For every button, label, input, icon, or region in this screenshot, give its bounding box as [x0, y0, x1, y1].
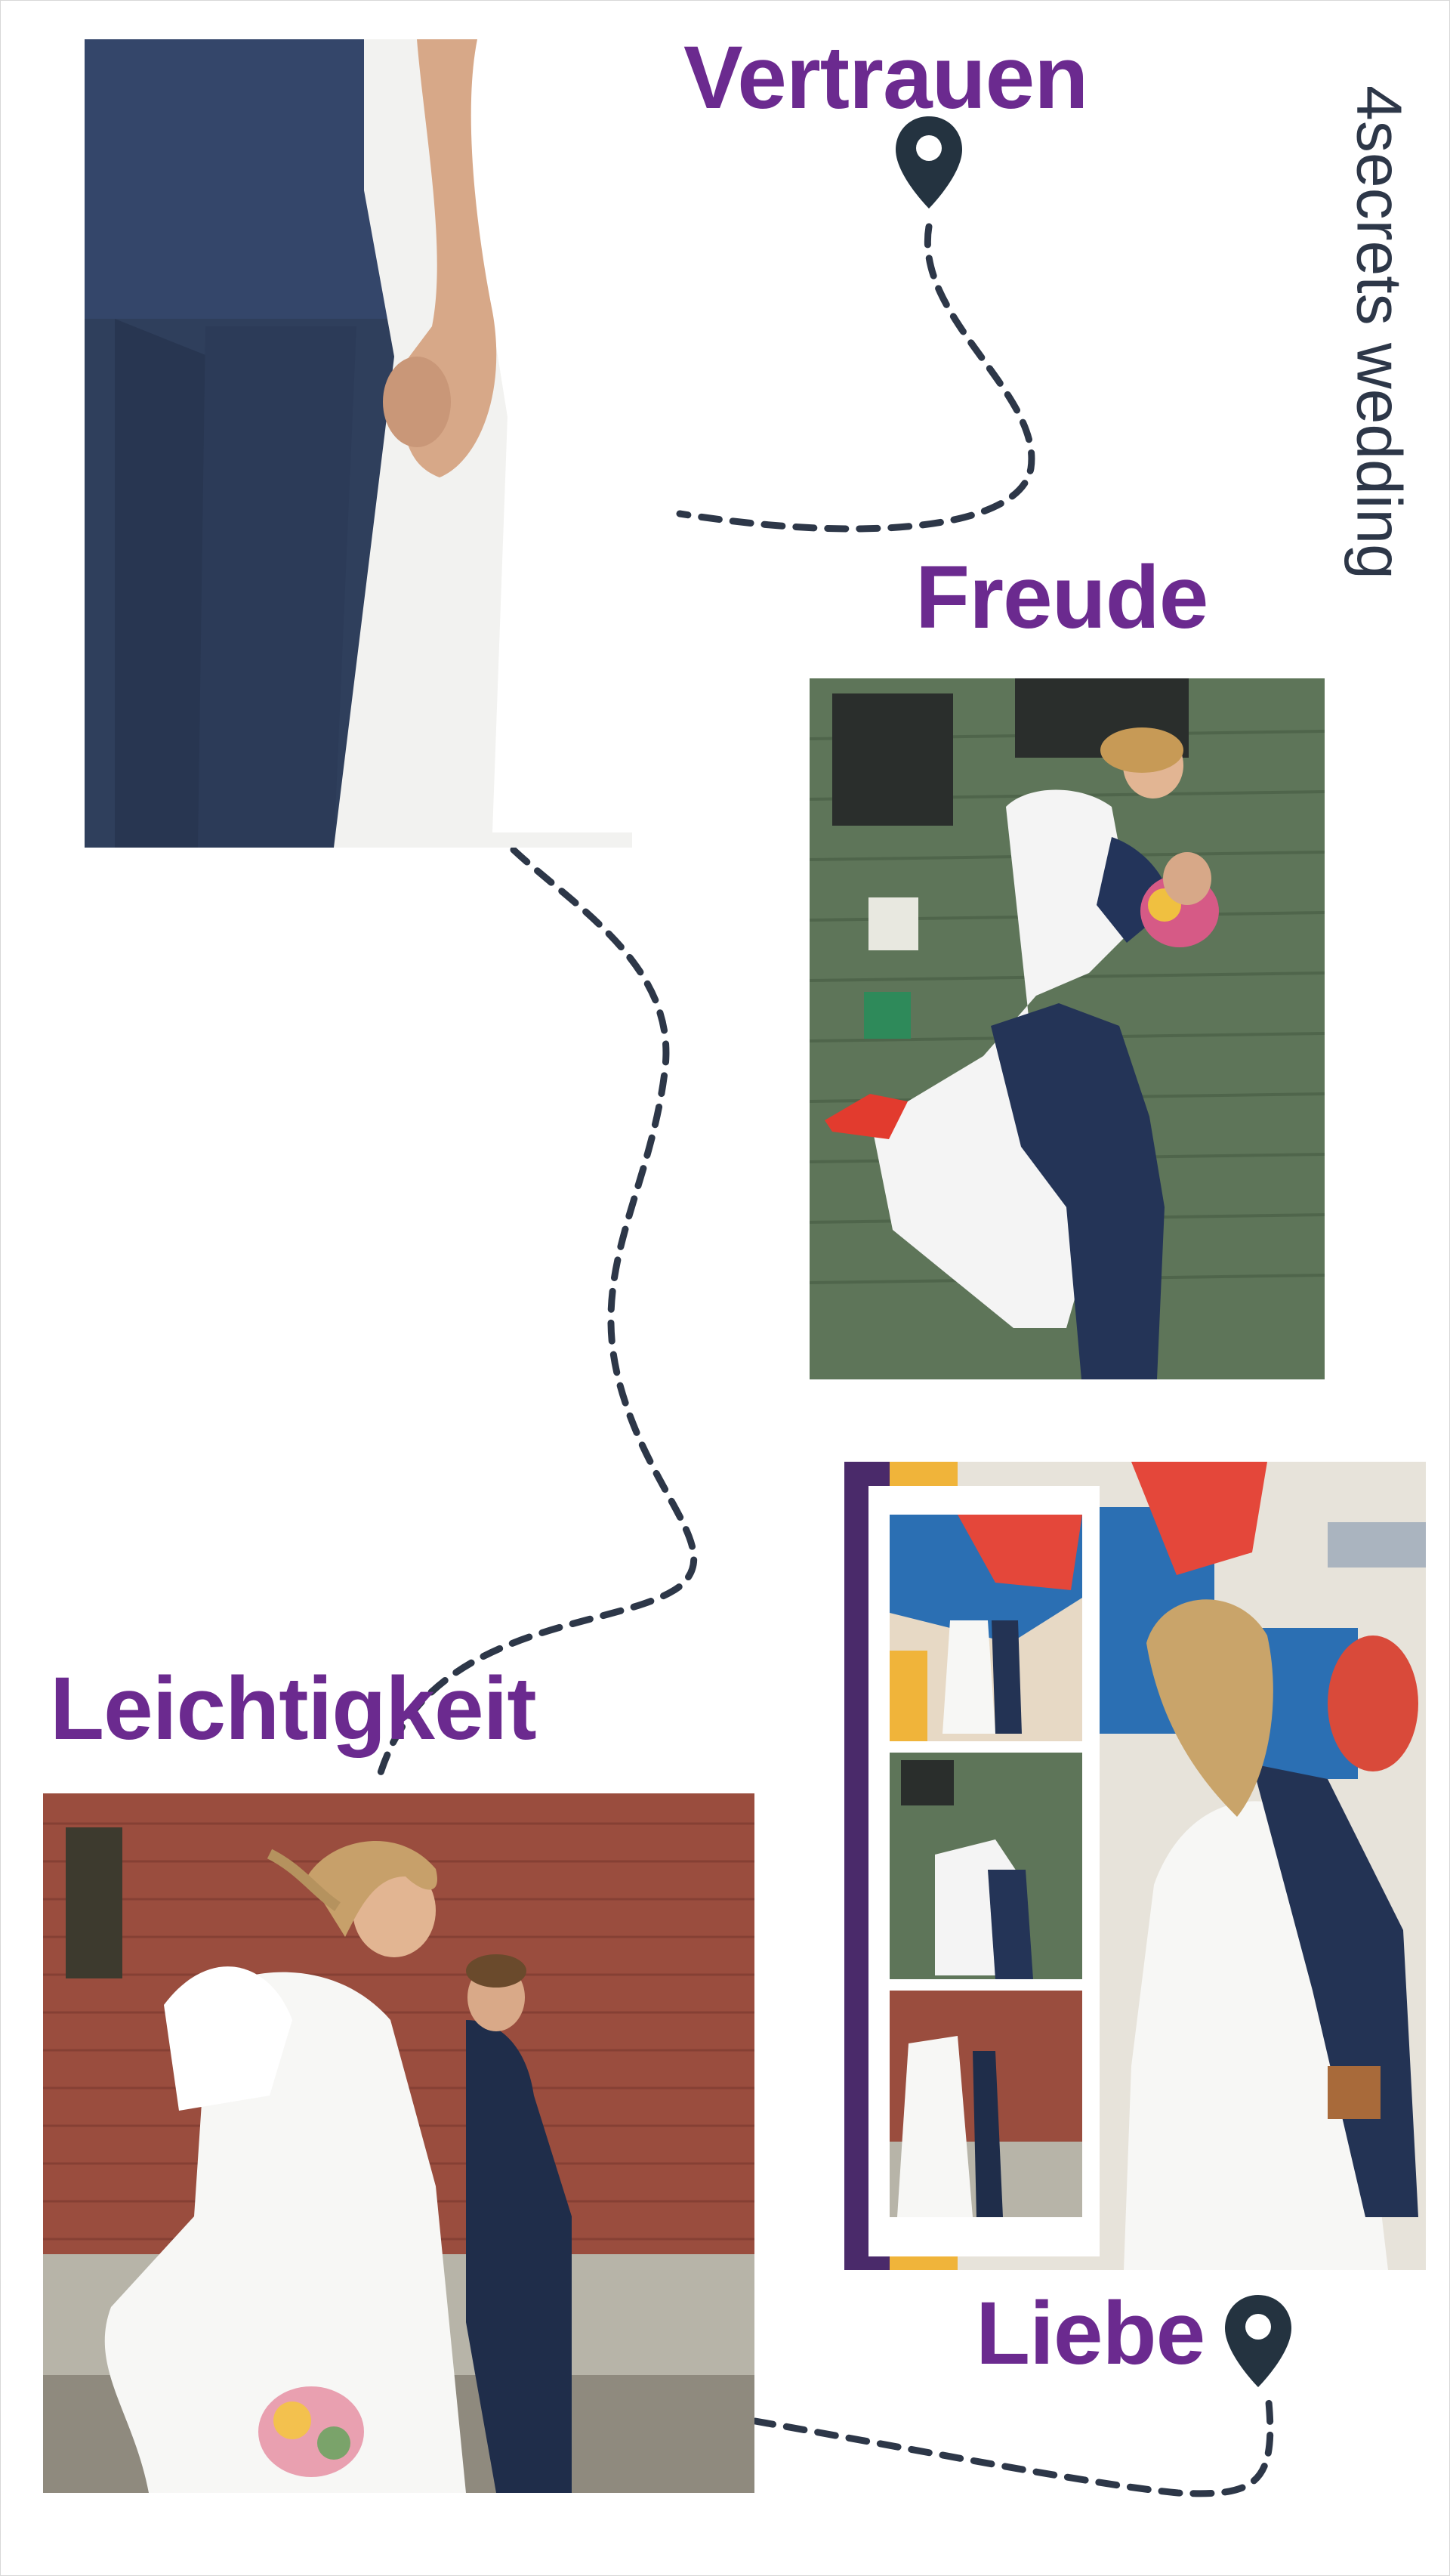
photo-lift-green-wall [810, 678, 1325, 1379]
heading-vertrauen: Vertrauen [683, 28, 1088, 128]
photo-mural-collage [844, 1462, 1426, 2270]
photo-holding-hands [85, 39, 632, 848]
brand-text: 4secrets wedding [1344, 85, 1415, 579]
location-pin-icon [1225, 2295, 1291, 2387]
heading-freude: Freude [915, 548, 1208, 647]
location-pin-icon [896, 116, 962, 208]
heading-leichtigkeit: Leichtigkeit [50, 1659, 537, 1759]
heading-liebe: Liebe [976, 2284, 1205, 2383]
photo-brick-wall-walk [43, 1793, 754, 2493]
brand-label: 4secrets wedding [1341, 60, 1417, 604]
